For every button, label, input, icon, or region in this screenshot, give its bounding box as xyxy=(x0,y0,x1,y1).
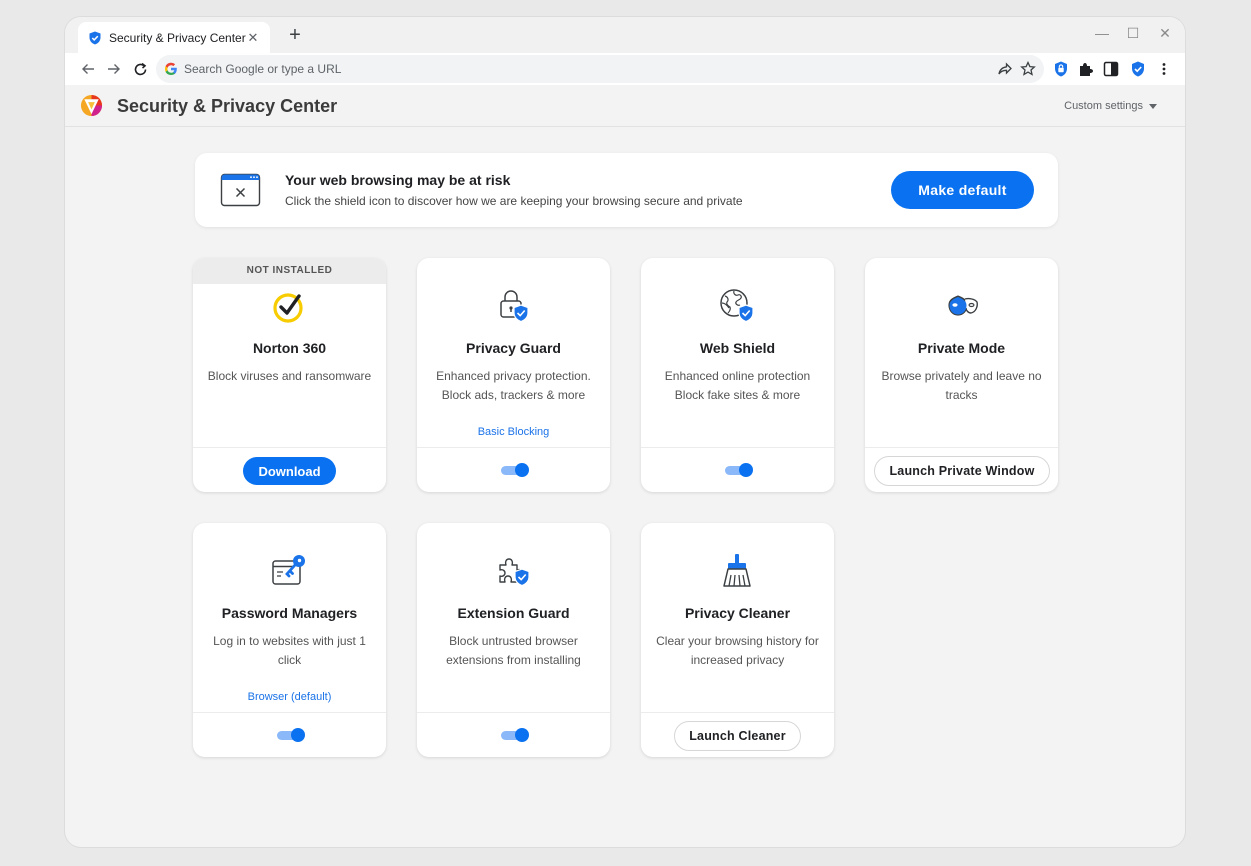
banner-heading: Your web browsing may be at risk xyxy=(285,172,511,188)
card-footer: Download xyxy=(193,447,386,492)
card-extension-guard: Extension Guard Block untrusted browser … xyxy=(417,523,610,757)
extension-guard-toggle[interactable] xyxy=(499,728,529,742)
browser-window-x-icon xyxy=(220,173,261,207)
custom-settings-dropdown[interactable]: Custom settings xyxy=(1064,100,1157,112)
card-description: Enhanced privacy protection. Block ads, … xyxy=(436,369,591,402)
card-footer: Launch Private Window xyxy=(865,447,1058,492)
card-private-mode: Private Mode Browse privately and leave … xyxy=(865,258,1058,492)
tab-close-icon[interactable]: ✕ xyxy=(246,30,260,46)
arrow-right-icon xyxy=(108,64,120,74)
card-web-shield: Web Shield Enhanced online protection Bl… xyxy=(641,258,834,492)
app-logo-icon xyxy=(80,94,103,117)
bookmark-star-icon[interactable] xyxy=(1020,61,1036,77)
key-window-icon xyxy=(272,555,305,585)
app-header: Security & Privacy Center Custom setting… xyxy=(65,85,1185,127)
browser-window: Security & Privacy Center ✕ + — ☐ ✕ Sear… xyxy=(65,17,1185,847)
arrow-left-icon xyxy=(82,64,94,74)
reload-button[interactable] xyxy=(129,58,151,80)
card-title: Private Mode xyxy=(917,340,1006,356)
card-title: Privacy Cleaner xyxy=(684,605,791,621)
tab-title: Security & Privacy Center xyxy=(109,30,246,45)
card-footer xyxy=(417,712,610,757)
card-footer xyxy=(641,447,834,492)
back-button[interactable] xyxy=(77,58,99,80)
card-title: Extension Guard xyxy=(457,605,570,621)
card-description: Enhanced online protection Block fake si… xyxy=(664,369,811,402)
card-description: Clear your browsing history for increase… xyxy=(656,634,819,667)
launch-private-window-button[interactable]: Launch Private Window xyxy=(874,456,1050,486)
mask-icon xyxy=(948,295,978,316)
card-footer xyxy=(417,447,610,492)
card-title: Password Managers xyxy=(221,605,358,621)
security-shield-icon[interactable] xyxy=(1130,61,1146,77)
tab-strip: Security & Privacy Center ✕ + — ☐ ✕ xyxy=(65,17,1185,53)
card-privacy-cleaner: Privacy Cleaner Clear your browsing hist… xyxy=(641,523,834,757)
make-default-button[interactable]: Make default xyxy=(891,171,1034,209)
extension-shield-icon[interactable] xyxy=(1053,61,1069,77)
broom-icon xyxy=(723,554,751,587)
kebab-menu-icon[interactable] xyxy=(1156,61,1172,77)
browser-default-link[interactable]: Browser (default) xyxy=(193,691,386,703)
web-shield-toggle[interactable] xyxy=(723,463,753,477)
password-manager-toggle[interactable] xyxy=(275,728,305,742)
card-description: Block viruses and ransomware xyxy=(207,369,372,383)
side-panel-icon[interactable] xyxy=(1103,61,1119,77)
reload-icon xyxy=(134,62,146,75)
page-title: Security & Privacy Center xyxy=(117,96,338,116)
minimize-button[interactable]: — xyxy=(1094,25,1110,41)
launch-cleaner-button[interactable]: Launch Cleaner xyxy=(674,721,801,751)
toggle-knob xyxy=(739,463,753,477)
card-title: Norton 360 xyxy=(252,340,327,356)
card-privacy-guard: Privacy Guard Enhanced privacy protectio… xyxy=(417,258,610,492)
lock-shield-icon xyxy=(500,290,529,323)
google-icon xyxy=(165,62,177,75)
basic-blocking-link[interactable]: Basic Blocking xyxy=(417,426,610,438)
card-password-managers: Password Managers Log in to websites wit… xyxy=(193,523,386,757)
card-description: Block untrusted browser extensions from … xyxy=(446,634,581,667)
card-footer: Launch Cleaner xyxy=(641,712,834,757)
custom-settings-label: Custom settings xyxy=(1064,100,1143,112)
banner-subtext: Click the shield icon to discover how we… xyxy=(285,194,743,208)
forward-button[interactable] xyxy=(103,58,125,80)
not-installed-ribbon: NOT INSTALLED xyxy=(193,258,386,284)
omnibox[interactable] xyxy=(156,55,1044,83)
new-tab-button[interactable]: + xyxy=(285,24,305,46)
card-description: Browse privately and leave no tracks xyxy=(881,369,1042,402)
tab-security-privacy[interactable]: Security & Privacy Center ✕ xyxy=(78,22,270,53)
card-title: Privacy Guard xyxy=(466,340,561,356)
card-norton-360: NOT INSTALLED Norton 360 Block viruses a… xyxy=(193,258,386,492)
default-browser-banner: Your web browsing may be at risk Click t… xyxy=(195,153,1058,227)
browser-toolbar xyxy=(65,53,1185,85)
maximize-button[interactable]: ☐ xyxy=(1125,25,1141,42)
caret-down-icon xyxy=(1149,103,1157,109)
url-input[interactable] xyxy=(184,55,974,83)
puzzle-shield-icon xyxy=(499,558,530,587)
toggle-knob xyxy=(515,728,529,742)
card-title: Web Shield xyxy=(699,340,776,356)
card-footer xyxy=(193,712,386,757)
toggle-knob xyxy=(291,728,305,742)
norton-check-icon xyxy=(273,293,303,323)
puzzle-extensions-icon[interactable] xyxy=(1078,61,1094,77)
download-button[interactable]: Download xyxy=(243,457,336,485)
close-window-button[interactable]: ✕ xyxy=(1157,25,1173,42)
card-description: Log in to websites with just 1 click xyxy=(213,634,366,667)
share-icon[interactable] xyxy=(997,61,1013,77)
shield-favicon-icon xyxy=(89,31,101,44)
globe-shield-icon xyxy=(720,289,754,323)
toggle-knob xyxy=(515,463,529,477)
privacy-guard-toggle[interactable] xyxy=(499,463,529,477)
